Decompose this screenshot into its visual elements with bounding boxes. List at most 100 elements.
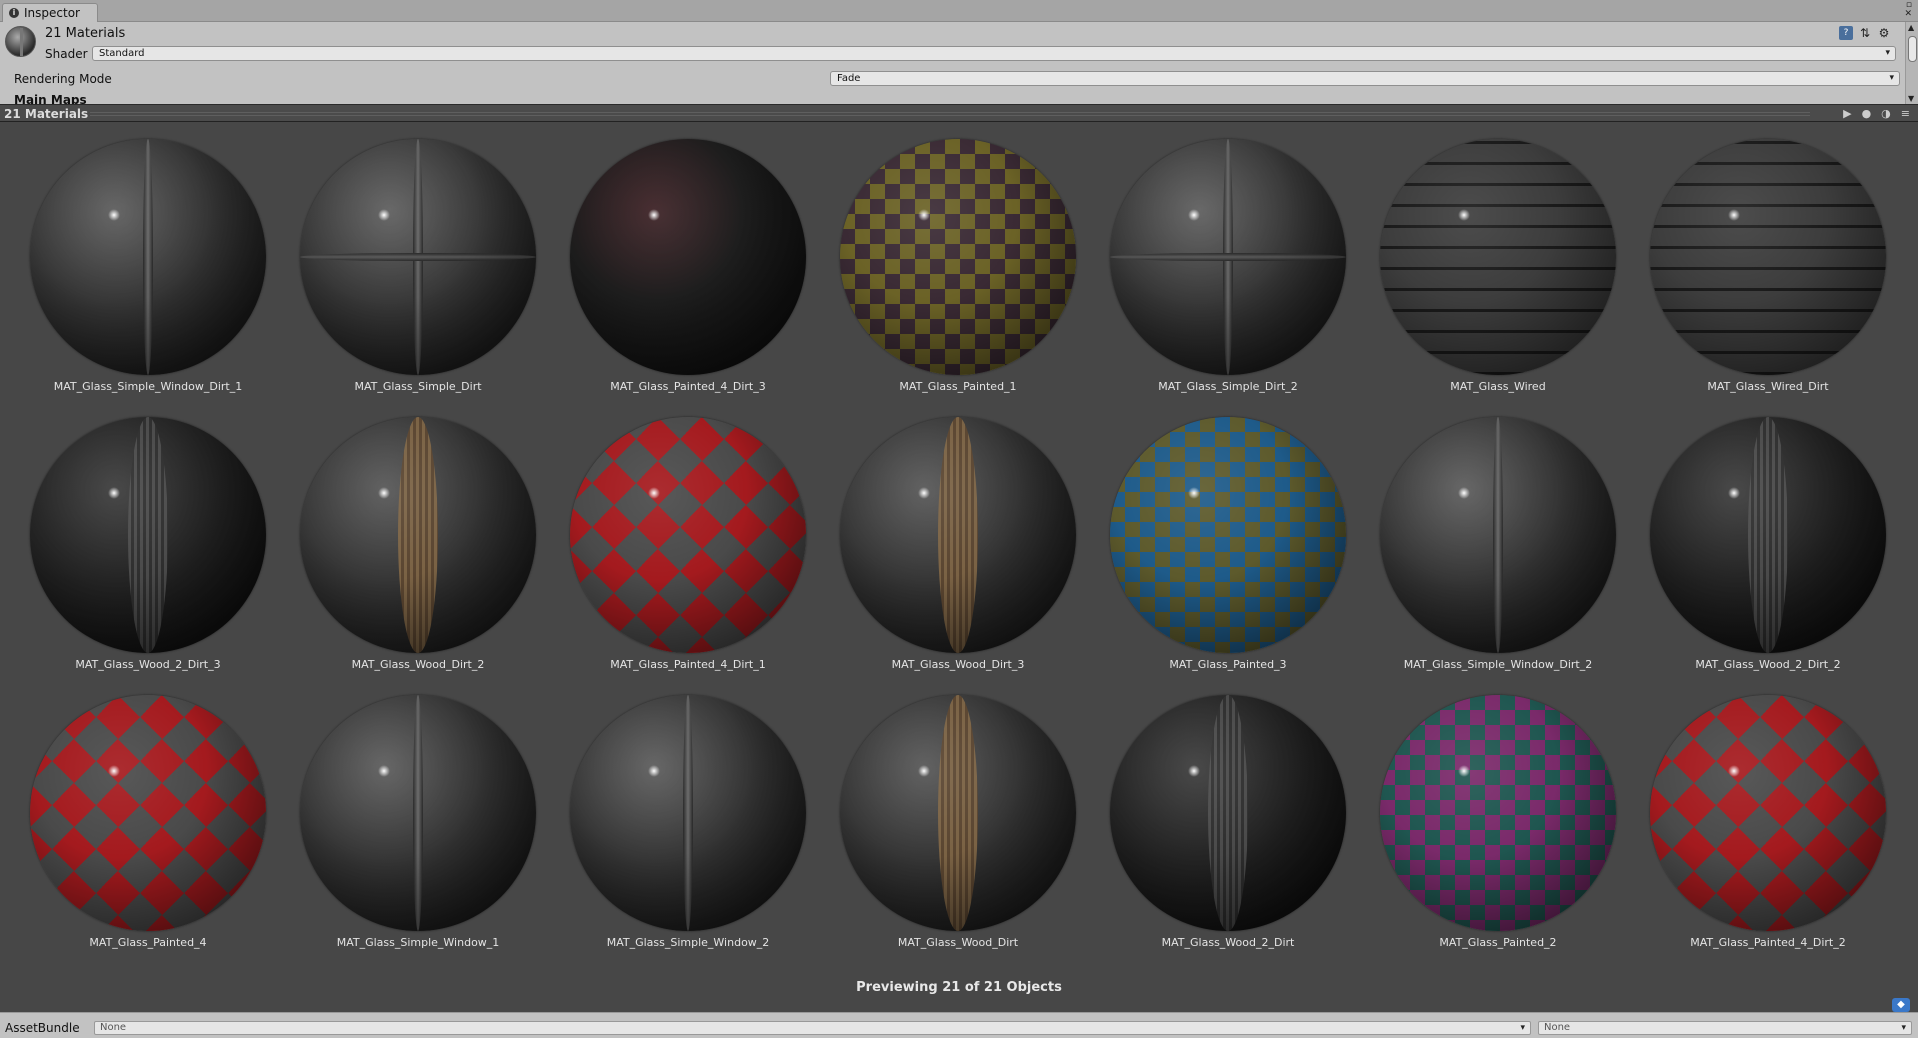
material-label: MAT_Glass_Wood_2_Dirt xyxy=(1161,936,1295,949)
scroll-up-icon[interactable]: ▲ xyxy=(1908,23,1914,32)
main-maps-heading: Main Maps xyxy=(14,93,87,104)
material-sphere xyxy=(1650,139,1886,375)
scroll-thumb[interactable] xyxy=(1908,36,1917,62)
material-label: MAT_Glass_Painted_2 xyxy=(1439,936,1557,949)
material-item[interactable]: MAT_Glass_Wired xyxy=(1363,122,1633,400)
material-sphere xyxy=(570,417,806,653)
material-label: MAT_Glass_Wired_Dirt xyxy=(1707,380,1829,393)
material-label: MAT_Glass_Painted_4_Dirt_3 xyxy=(610,380,766,393)
material-sphere xyxy=(1110,417,1346,653)
material-item[interactable]: MAT_Glass_Painted_1 xyxy=(823,122,1093,400)
preview-resize-handle[interactable] xyxy=(90,112,1810,116)
preset-sliders-icon[interactable]: ⇅ xyxy=(1858,26,1872,40)
material-sphere xyxy=(840,417,1076,653)
rendering-mode-dropdown[interactable]: Fade xyxy=(830,71,1900,86)
material-label: MAT_Glass_Wood_Dirt_3 xyxy=(891,658,1025,671)
help-book-icon[interactable]: ? xyxy=(1839,26,1853,40)
tab-bar: i Inspector ▫ ✕ xyxy=(0,0,1918,22)
material-thumbnail xyxy=(5,26,36,57)
material-item[interactable]: MAT_Glass_Wood_2_Dirt_3 xyxy=(13,400,283,678)
tab-label: Inspector xyxy=(24,6,80,20)
shader-dropdown[interactable]: Standard xyxy=(92,46,1896,61)
material-sphere xyxy=(1110,139,1346,375)
material-item[interactable]: MAT_Glass_Wood_2_Dirt xyxy=(1093,678,1363,956)
preview-footer: Previewing 21 of 21 Objects xyxy=(856,980,1062,995)
material-sphere xyxy=(30,139,266,375)
preview-controls: ▶ ● ◑ ≡ xyxy=(1843,106,1910,121)
close-icon[interactable]: ✕ xyxy=(1904,10,1912,19)
material-label: MAT_Glass_Simple_Window_1 xyxy=(336,936,500,949)
header-icons: ? ⇅ ⚙ xyxy=(1839,26,1891,40)
info-icon: i xyxy=(9,8,19,18)
material-item[interactable]: MAT_Glass_Wood_Dirt_3 xyxy=(823,400,1093,678)
material-item[interactable]: MAT_Glass_Simple_Window_Dirt_2 xyxy=(1363,400,1633,678)
material-sphere xyxy=(1380,695,1616,931)
material-label: MAT_Glass_Wood_Dirt_2 xyxy=(351,658,485,671)
material-item[interactable]: MAT_Glass_Painted_4_Dirt_3 xyxy=(553,122,823,400)
material-label: MAT_Glass_Painted_4_Dirt_1 xyxy=(610,658,766,671)
shader-label: Shader xyxy=(45,47,88,61)
rendering-mode-label: Rendering Mode xyxy=(14,72,112,86)
rendering-mode-row: Rendering Mode Fade xyxy=(0,66,1905,90)
material-item[interactable]: MAT_Glass_Simple_Dirt xyxy=(283,122,553,400)
material-sphere xyxy=(1380,417,1616,653)
inspector-scrollbar[interactable]: ▲ ▼ xyxy=(1905,22,1918,104)
scroll-down-icon[interactable]: ▼ xyxy=(1908,94,1914,103)
material-item[interactable]: MAT_Glass_Painted_3 xyxy=(1093,400,1363,678)
page-title: 21 Materials xyxy=(45,26,126,41)
material-label: MAT_Glass_Simple_Window_2 xyxy=(606,936,770,949)
material-label: MAT_Glass_Wood_Dirt xyxy=(897,936,1019,949)
menu-icon[interactable]: ≡ xyxy=(1901,106,1910,121)
material-item[interactable]: MAT_Glass_Simple_Window_1 xyxy=(283,678,553,956)
material-label: MAT_Glass_Simple_Window_Dirt_1 xyxy=(53,380,243,393)
material-item[interactable]: MAT_Glass_Painted_2 xyxy=(1363,678,1633,956)
inspector-header: 21 Materials Shader Standard ? ⇅ ⚙ xyxy=(0,22,1905,66)
material-label: MAT_Glass_Painted_4 xyxy=(89,936,207,949)
material-preview-grid: MAT_Glass_Simple_Window_Dirt_1 MAT_Glass_… xyxy=(0,122,1918,1012)
lighting-icon[interactable]: ◑ xyxy=(1881,106,1891,121)
material-sphere xyxy=(30,695,266,931)
material-item[interactable]: MAT_Glass_Simple_Window_Dirt_1 xyxy=(13,122,283,400)
material-sphere xyxy=(300,695,536,931)
tag-icon[interactable]: ◆ xyxy=(1892,998,1910,1012)
material-item[interactable]: MAT_Glass_Painted_4_Dirt_2 xyxy=(1633,678,1903,956)
material-item[interactable]: MAT_Glass_Wood_2_Dirt_2 xyxy=(1633,400,1903,678)
material-sphere xyxy=(30,417,266,653)
material-item[interactable]: MAT_Glass_Wood_Dirt_2 xyxy=(283,400,553,678)
material-sphere xyxy=(840,695,1076,931)
material-item[interactable]: MAT_Glass_Painted_4_Dirt_1 xyxy=(553,400,823,678)
material-label: MAT_Glass_Painted_1 xyxy=(899,380,1017,393)
material-label: MAT_Glass_Painted_4_Dirt_2 xyxy=(1690,936,1846,949)
material-sphere xyxy=(1650,417,1886,653)
material-label: MAT_Glass_Painted_3 xyxy=(1169,658,1287,671)
material-item[interactable]: MAT_Glass_Painted_4 xyxy=(13,678,283,956)
material-sphere xyxy=(1650,695,1886,931)
asset-bundle-variant-dropdown[interactable]: None xyxy=(1538,1021,1912,1035)
material-sphere xyxy=(300,417,536,653)
window-controls: ▫ ✕ xyxy=(1904,1,1912,19)
material-sphere xyxy=(840,139,1076,375)
material-sphere xyxy=(570,695,806,931)
preview-shape-icon[interactable]: ● xyxy=(1862,106,1872,121)
material-sphere xyxy=(1380,139,1616,375)
asset-bundle-dropdown[interactable]: None xyxy=(94,1021,1531,1035)
material-label: MAT_Glass_Simple_Dirt xyxy=(354,380,482,393)
material-item[interactable]: MAT_Glass_Simple_Window_2 xyxy=(553,678,823,956)
material-label: MAT_Glass_Simple_Window_Dirt_2 xyxy=(1403,658,1593,671)
asset-bundle-label: AssetBundle xyxy=(5,1021,80,1035)
gear-icon[interactable]: ⚙ xyxy=(1877,26,1891,40)
material-item[interactable]: MAT_Glass_Wired_Dirt xyxy=(1633,122,1903,400)
material-item[interactable]: MAT_Glass_Simple_Dirt_2 xyxy=(1093,122,1363,400)
tab-inspector[interactable]: i Inspector xyxy=(2,3,98,22)
preview-title: 21 Materials xyxy=(4,107,89,121)
play-icon[interactable]: ▶ xyxy=(1843,106,1851,121)
material-item[interactable]: MAT_Glass_Wood_Dirt xyxy=(823,678,1093,956)
material-label: MAT_Glass_Wood_2_Dirt_3 xyxy=(75,658,221,671)
material-sphere xyxy=(1110,695,1346,931)
material-label: MAT_Glass_Simple_Dirt_2 xyxy=(1158,380,1298,393)
material-label: MAT_Glass_Wired xyxy=(1450,380,1546,393)
material-sphere xyxy=(570,139,806,375)
preview-header: 21 Materials ▶ ● ◑ ≡ xyxy=(0,104,1918,122)
material-label: MAT_Glass_Wood_2_Dirt_2 xyxy=(1695,658,1841,671)
asset-bundle-bar: AssetBundle None None xyxy=(0,1012,1918,1038)
